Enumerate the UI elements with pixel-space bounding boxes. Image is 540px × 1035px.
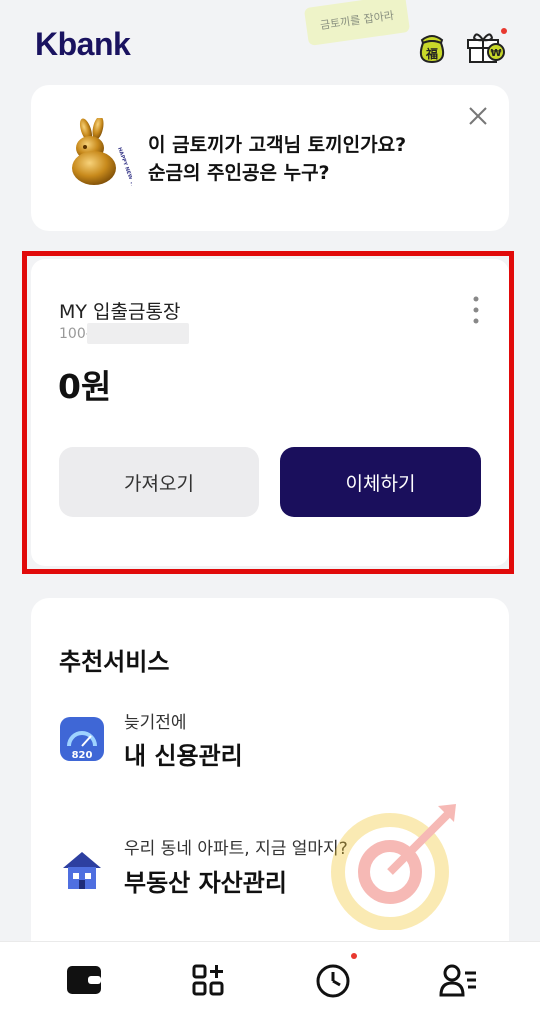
- gold-rabbit-icon: HAPPY NEW YEAR: [66, 116, 139, 196]
- apps-add-icon[interactable]: [188, 960, 228, 1000]
- more-options-icon[interactable]: [472, 293, 480, 327]
- transfer-button[interactable]: 이체하기: [280, 447, 481, 517]
- banner-text: 이 금토끼가 고객님 토끼인가요? 순금의 주인공은 누구?: [148, 131, 406, 187]
- account-card[interactable]: MY 입출금통장 100- 0원 가져오기 이체하기: [31, 259, 509, 566]
- lucky-pouch-icon[interactable]: 福: [414, 30, 450, 64]
- service-subtitle[interactable]: 늦기전에: [124, 708, 187, 733]
- history-notification-dot: [351, 953, 357, 959]
- banner-line-1: 이 금토끼가 고객님 토끼인가요?: [148, 134, 407, 156]
- account-balance: 0원: [58, 367, 112, 406]
- bottom-nav: [0, 941, 540, 1035]
- service-title-credit[interactable]: 내 신용관리: [124, 736, 243, 771]
- section-title: 추천서비스: [59, 648, 170, 676]
- recommended-services-card: 추천서비스 820 늦기전에 내 신용관리 우리 동네 아파트, 지금 얼마지?…: [31, 598, 509, 998]
- promo-bubble[interactable]: 금토끼를 잡아라: [303, 0, 411, 46]
- profile-list-icon[interactable]: [438, 960, 478, 1000]
- house-icon[interactable]: [59, 846, 105, 892]
- account-number-mask: [87, 323, 189, 344]
- clock-icon[interactable]: [313, 953, 357, 1000]
- pouch-glyph: 福: [425, 46, 438, 61]
- svg-text:₩: ₩: [490, 48, 501, 59]
- kbank-logo[interactable]: Kbank: [35, 26, 131, 63]
- account-number: 100-: [59, 326, 91, 342]
- rabbit-stamp-text: HAPPY NEW YEAR: [116, 147, 132, 186]
- gift-icon[interactable]: ₩: [466, 28, 507, 64]
- credit-gauge-icon[interactable]: 820: [59, 716, 105, 762]
- wallet-icon[interactable]: [64, 960, 104, 1000]
- service-subtitle[interactable]: 우리 동네 아파트, 지금 얼마지?: [124, 834, 348, 859]
- event-banner[interactable]: HAPPY NEW YEAR 이 금토끼가 고객님 토끼인가요? 순금의 주인공…: [31, 85, 509, 231]
- import-button[interactable]: 가져오기: [59, 447, 259, 517]
- top-header: Kbank 금토끼를 잡아라 福 ₩: [0, 0, 540, 84]
- close-icon[interactable]: [467, 105, 489, 127]
- account-name: MY 입출금통장: [59, 301, 181, 323]
- gift-notification-dot: [501, 28, 507, 34]
- credit-score-badge: 820: [72, 750, 93, 761]
- banner-line-2: 순금의 주인공은 누구?: [148, 162, 330, 184]
- service-title-real-estate[interactable]: 부동산 자산관리: [124, 863, 287, 898]
